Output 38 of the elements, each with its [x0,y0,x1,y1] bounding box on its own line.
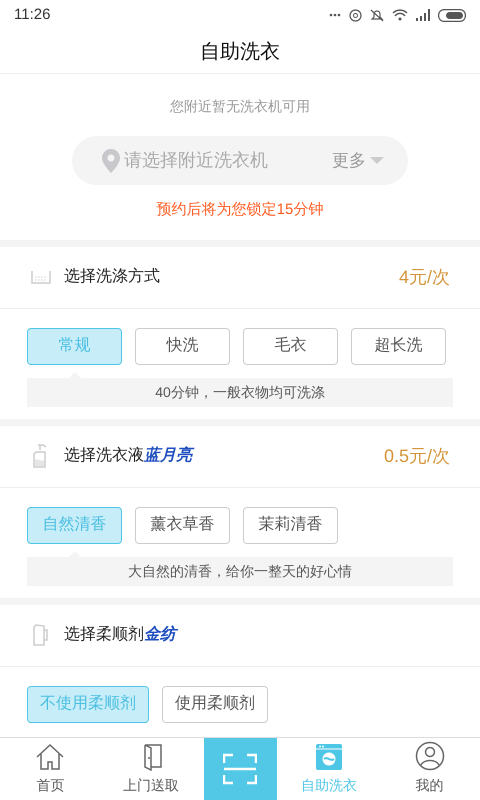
status-time: 11:26 [14,4,50,25]
nav-tab[interactable]: 首页 [0,738,101,800]
brand-logo: 蓝月亮 [144,444,192,468]
section-title: 选择洗衣液 [64,446,144,466]
price-text: 4元/次 [398,266,450,288]
description-text: 40分钟，一般衣物均可洗涤 [155,382,325,402]
scan-button[interactable] [204,738,276,800]
section-title: 选择柔顺剂 [64,624,144,645]
option-button[interactable]: 超长洗 [351,328,446,364]
option-button[interactable]: 快洗 [135,328,230,364]
muted-bell-icon [370,8,384,22]
search-input: 请选择附近洗衣机 [124,147,332,174]
lock-hint-text: 预约后将为您锁定15分钟 [156,200,324,220]
nav-tab[interactable]: 我的 [379,738,480,800]
section-title: 选择洗涤方式 [64,266,160,287]
washing-machine-icon [314,743,343,771]
battery-icon [438,8,466,22]
more-dots-icon [329,13,341,17]
caret-icon [370,156,384,164]
scan-icon [223,753,257,785]
option-button[interactable]: 使用柔顺剂 [162,686,268,722]
location-pin-icon [102,148,120,172]
target-icon [349,8,362,22]
option-button[interactable]: 毛衣 [243,328,338,364]
jug-icon [32,624,50,646]
page-title: 自助洗衣 [200,40,280,64]
signal-icon [416,9,430,21]
nav-tab[interactable]: 上门送取 [100,738,202,800]
price-text: 0.5元/次 [384,444,450,468]
wifi-icon [392,9,408,21]
user-icon [414,741,445,771]
home-icon [35,743,66,771]
basin-icon [31,269,51,285]
brand-logo: 金纺 [144,623,176,647]
option-button[interactable]: 薰衣草香 [135,506,230,544]
option-button[interactable]: 茉莉清香 [243,506,338,544]
notice-text: 您附近暂无洗衣机可用 [170,97,310,116]
description-text: 大自然的清香，给你一整天的好心情 [128,562,352,580]
